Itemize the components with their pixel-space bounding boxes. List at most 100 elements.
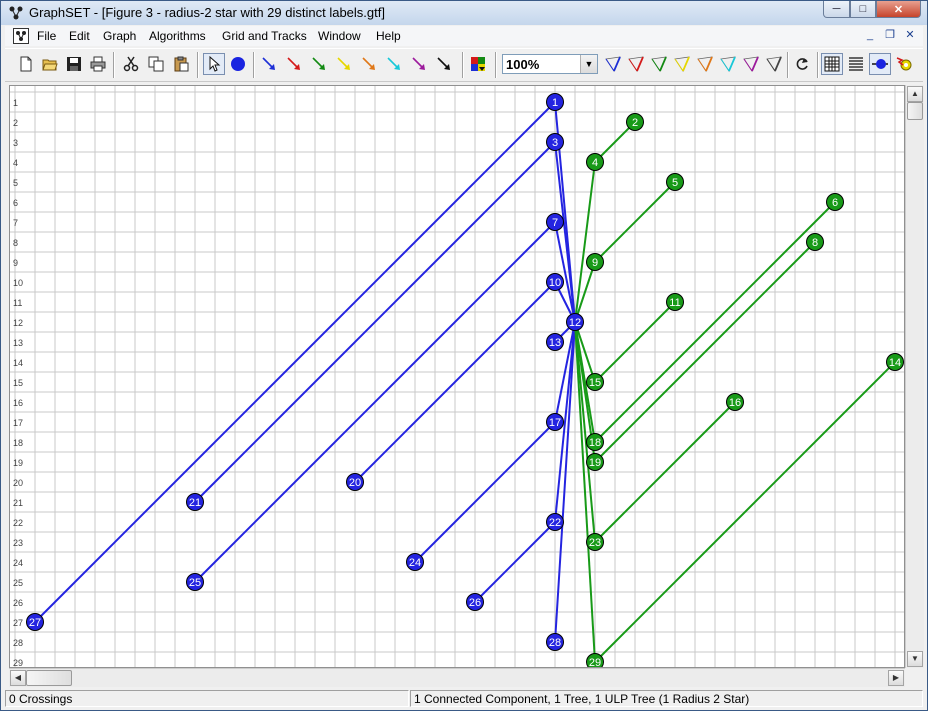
graph-vertex[interactable]: 29 xyxy=(586,653,604,669)
select-tool-button[interactable] xyxy=(203,53,225,75)
minimize-button[interactable]: ─ xyxy=(823,1,850,18)
triangle-layout-button[interactable] xyxy=(694,53,716,75)
horizontal-scrollbar[interactable]: ◀ ▶ xyxy=(9,668,905,687)
triangle-layout-button[interactable] xyxy=(648,53,670,75)
graph-vertex[interactable]: 10 xyxy=(546,273,564,291)
triangle-layout-button[interactable] xyxy=(740,53,762,75)
maximize-button[interactable]: □ xyxy=(850,1,876,18)
graph-vertex[interactable]: 3 xyxy=(546,133,564,151)
row-label: 11 xyxy=(13,298,22,308)
graph-vertex[interactable]: 8 xyxy=(806,233,824,251)
edge-color-button[interactable] xyxy=(333,53,355,75)
graph-vertex[interactable]: 21 xyxy=(186,493,204,511)
color-picker-button[interactable] xyxy=(467,53,489,75)
graph-vertex[interactable]: 1 xyxy=(546,93,564,111)
menu-file[interactable]: File xyxy=(37,29,56,43)
zoom-select[interactable]: 100% ▼ xyxy=(502,54,598,74)
triangle-layout-button[interactable] xyxy=(602,53,624,75)
graph-vertex[interactable]: 13 xyxy=(546,333,564,351)
child-restore-button[interactable]: ❐ xyxy=(883,28,897,42)
graph-vertex[interactable]: 5 xyxy=(666,173,684,191)
menu-grid-and-tracks[interactable]: Grid and Tracks xyxy=(222,29,307,43)
arrow-icon xyxy=(312,57,325,70)
scroll-up-button[interactable]: ▲ xyxy=(907,86,923,102)
title-bar[interactable]: GraphSET - [Figure 3 - radius-2 star wit… xyxy=(1,1,927,25)
add-vertex-button[interactable] xyxy=(227,53,249,75)
graph-canvas[interactable]: 1 2 3 4 5 6 7 8 9 10 11 12 13 14 15 16 17 18 19 20 21 22 23 24 2… xyxy=(9,85,905,668)
graph-vertex[interactable]: 20 xyxy=(346,473,364,491)
toggle-vertex-labels-button[interactable] xyxy=(869,53,891,75)
row-label: 2 xyxy=(13,118,18,128)
cut-button[interactable] xyxy=(120,53,142,75)
edge-color-button[interactable] xyxy=(433,53,455,75)
graph-vertex[interactable]: 19 xyxy=(586,453,604,471)
child-close-button[interactable]: ✕ xyxy=(903,28,917,42)
row-label: 13 xyxy=(13,338,23,348)
graph-drawing[interactable]: 1234567891011121314151617181920212223242… xyxy=(10,86,905,668)
menu-window[interactable]: Window xyxy=(318,29,361,43)
triangle-icon xyxy=(720,56,736,72)
graph-vertex[interactable]: 15 xyxy=(586,373,604,391)
graph-vertex[interactable]: 22 xyxy=(546,513,564,531)
document-icon[interactable] xyxy=(13,28,29,44)
graph-vertex[interactable]: 26 xyxy=(466,593,484,611)
triangle-layout-button[interactable] xyxy=(625,53,647,75)
scroll-right-button[interactable]: ▶ xyxy=(888,670,904,686)
scroll-down-button[interactable]: ▼ xyxy=(907,651,923,667)
edge-color-button[interactable] xyxy=(258,53,280,75)
paste-button[interactable] xyxy=(170,53,192,75)
child-minimize-button[interactable]: _ xyxy=(863,28,877,42)
row-label: 28 xyxy=(13,638,23,648)
menu-edit[interactable]: Edit xyxy=(69,29,90,43)
graph-vertex[interactable]: 9 xyxy=(586,253,604,271)
graph-edge[interactable] xyxy=(574,161,596,323)
toolbar-separator xyxy=(817,52,819,78)
triangle-layout-button[interactable] xyxy=(763,53,785,75)
chevron-down-icon[interactable]: ▼ xyxy=(580,55,597,73)
run-algorithm-button[interactable] xyxy=(893,53,915,75)
graph-vertex[interactable]: 16 xyxy=(726,393,744,411)
horizontal-scroll-thumb[interactable] xyxy=(26,670,72,686)
edge-color-button[interactable] xyxy=(408,53,430,75)
vertex-label: 1 xyxy=(552,97,558,109)
new-button[interactable] xyxy=(15,53,37,75)
toggle-grid-button[interactable] xyxy=(821,53,843,75)
graph-vertex[interactable]: 4 xyxy=(586,153,604,171)
graph-vertex[interactable]: 7 xyxy=(546,213,564,231)
menu-algorithms[interactable]: Algorithms xyxy=(149,29,206,43)
graph-vertex[interactable]: 14 xyxy=(886,353,904,371)
print-button[interactable] xyxy=(87,53,109,75)
graph-vertex[interactable]: 28 xyxy=(546,633,564,651)
triangle-layout-button[interactable] xyxy=(717,53,739,75)
graph-vertex[interactable]: 2 xyxy=(626,113,644,131)
graph-vertex[interactable]: 24 xyxy=(406,553,424,571)
vertical-scrollbar[interactable]: ▲ ▼ xyxy=(905,85,924,668)
arrow-icon xyxy=(437,57,450,70)
vertex-label: 6 xyxy=(832,197,838,209)
graph-vertex[interactable]: 12 xyxy=(566,313,584,331)
close-button[interactable]: ✕ xyxy=(876,1,921,18)
graph-vertex[interactable]: 6 xyxy=(826,193,844,211)
graph-vertex[interactable]: 23 xyxy=(586,533,604,551)
save-button[interactable] xyxy=(63,53,85,75)
graph-vertex[interactable]: 18 xyxy=(586,433,604,451)
copy-button[interactable] xyxy=(145,53,167,75)
graph-vertex[interactable]: 27 xyxy=(26,613,44,631)
row-label: 29 xyxy=(13,658,23,668)
refresh-button[interactable] xyxy=(791,53,813,75)
vertical-scroll-thumb[interactable] xyxy=(907,102,923,120)
row-label: 24 xyxy=(13,558,23,568)
menu-help[interactable]: Help xyxy=(376,29,401,43)
edge-color-button[interactable] xyxy=(283,53,305,75)
graph-vertex[interactable]: 11 xyxy=(666,293,684,311)
open-button[interactable] xyxy=(39,53,61,75)
edge-color-button[interactable] xyxy=(308,53,330,75)
triangle-layout-button[interactable] xyxy=(671,53,693,75)
edge-color-button[interactable] xyxy=(383,53,405,75)
graph-vertex[interactable]: 17 xyxy=(546,413,564,431)
toggle-tracks-button[interactable] xyxy=(845,53,867,75)
menu-graph[interactable]: Graph xyxy=(103,29,136,43)
graph-vertex[interactable]: 25 xyxy=(186,573,204,591)
scroll-left-button[interactable]: ◀ xyxy=(10,670,26,686)
edge-color-button[interactable] xyxy=(358,53,380,75)
